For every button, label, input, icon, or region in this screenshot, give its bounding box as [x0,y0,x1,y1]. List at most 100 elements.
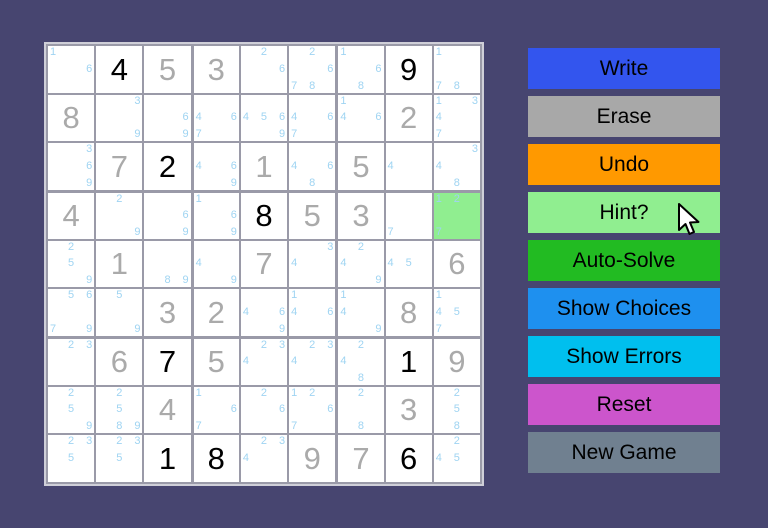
sudoku-cell-r5c2[interactable]: 1 [96,240,143,288]
sudoku-cell-r5c9[interactable]: 6 [433,240,480,288]
sudoku-cell-r1c6[interactable]: 26 78 [289,46,336,93]
sudoku-cell-r9c1[interactable]: 235 [48,435,95,482]
sudoku-cell-r9c6[interactable]: 9 [289,435,336,482]
sudoku-cell-r9c3[interactable]: 1 [144,435,191,482]
sudoku-cell-r1c9[interactable]: 1 78 [433,46,480,93]
sudoku-cell-r2c3[interactable]: 69 [144,94,191,142]
sudoku-cell-r3c8[interactable]: 4 [385,143,432,190]
sudoku-cell-r6c7[interactable]: 1 4 9 [338,289,384,336]
cell-value: 2 [400,100,418,136]
sudoku-cell-r6c1[interactable]: 56 7 9 [48,289,95,336]
sudoku-cell-r6c2[interactable]: 59 [96,289,143,336]
sudoku-cell-r3c5[interactable]: 1 [240,143,288,190]
undo-button[interactable]: Undo [528,144,720,185]
auto-solve-button[interactable]: Auto-Solve [528,240,720,281]
show-errors-button[interactable]: Show Errors [528,336,720,377]
sudoku-cell-r5c1[interactable]: 2 59 [48,240,95,288]
sudoku-cell-r1c1[interactable]: 16 [48,46,95,93]
sudoku-cell-r3c1[interactable]: 3 6 9 [48,143,95,190]
sudoku-cell-r4c3[interactable]: 69 [144,193,191,239]
sudoku-cell-r2c7[interactable]: 1 4 6 [338,94,384,142]
sudoku-cell-r1c4[interactable]: 3 [193,46,239,93]
sudoku-cell-r4c2[interactable]: 29 [96,193,143,239]
candidate-9 [464,174,478,189]
sudoku-cell-r8c2[interactable]: 2 5 89 [96,386,143,434]
sudoku-cell-r7c8[interactable]: 1 [385,339,432,385]
reset-button[interactable]: Reset [528,384,720,425]
sudoku-cell-r1c2[interactable]: 4 [96,46,143,93]
new-game-button[interactable]: New Game [528,432,720,473]
sudoku-cell-r6c3[interactable]: 3 [144,289,191,336]
sudoku-cell-r4c4[interactable]: 1 6 9 [193,193,239,239]
sudoku-cell-r5c8[interactable]: 45 [385,240,432,288]
write-button[interactable]: Write [528,48,720,89]
sudoku-cell-r3c2[interactable]: 7 [96,143,143,190]
sudoku-cell-r7c1[interactable]: 23 [48,339,95,385]
sudoku-cell-r6c8[interactable]: 8 [385,289,432,336]
sudoku-cell-r3c3[interactable]: 2 [144,143,191,190]
sudoku-cell-r9c4[interactable]: 8 [193,435,239,482]
sudoku-cell-r9c8[interactable]: 6 [385,435,432,482]
sudoku-cell-r7c5[interactable]: 23 4 [240,339,288,385]
sudoku-cell-r8c5[interactable]: 26 [240,386,288,434]
sudoku-cell-r8c6[interactable]: 126 7 [289,386,336,434]
cell-candidates: 4 [386,143,432,190]
sudoku-cell-r6c4[interactable]: 2 [193,289,239,336]
sudoku-cell-r2c2[interactable]: 39 [96,94,143,142]
candidate-3 [175,96,189,111]
sudoku-cell-r7c6[interactable]: 23 4 [289,339,336,385]
sudoku-cell-r7c3[interactable]: 7 [144,339,191,385]
sudoku-cell-r1c3[interactable]: 5 [144,46,191,93]
sudoku-cell-r4c5[interactable]: 8 [240,193,288,239]
sudoku-cell-r7c9[interactable]: 9 [433,339,480,385]
sudoku-cell-r4c1[interactable]: 4 [48,193,95,239]
sudoku-cell-r7c4[interactable]: 5 [193,339,239,385]
hint-button[interactable]: Hint? [528,192,720,233]
candidate-1 [98,388,112,403]
sudoku-cell-r6c6[interactable]: 1 4 6 [289,289,336,336]
sudoku-cell-r7c7[interactable]: 248 [338,339,384,385]
sudoku-cell-r3c6[interactable]: 4 68 [289,143,336,190]
sudoku-cell-r8c9[interactable]: 2 5 8 [433,386,480,434]
sudoku-cell-r9c5[interactable]: 23 4 [240,435,288,482]
sudoku-cell-r2c6[interactable]: 4 6 7 [289,94,336,142]
sudoku-cell-r6c9[interactable]: 1 457 [433,289,480,336]
sudoku-cell-r4c9[interactable]: 12 7 [433,193,480,239]
cell-candidates: 4 6 9 [194,143,239,190]
sudoku-cell-r3c4[interactable]: 4 6 9 [193,143,239,190]
sudoku-grid[interactable]: 1645326267816891788396946745694671462134… [46,44,482,484]
sudoku-cell-r4c7[interactable]: 3 [338,193,384,239]
sudoku-cell-r2c9[interactable]: 1 3 4 7 [433,94,480,142]
sudoku-cell-r4c8[interactable]: 7 [385,193,432,239]
sudoku-cell-r9c7[interactable]: 7 [338,435,384,482]
sudoku-cell-r7c2[interactable]: 6 [96,339,143,385]
sudoku-cell-r8c4[interactable]: 1 6 7 [193,386,239,434]
show-choices-button[interactable]: Show Choices [528,288,720,329]
sudoku-cell-r8c1[interactable]: 2 59 [48,386,95,434]
sudoku-cell-r5c4[interactable]: 49 [193,240,239,288]
sudoku-cell-r2c1[interactable]: 8 [48,94,95,142]
sudoku-cell-r3c7[interactable]: 5 [338,143,384,190]
sudoku-cell-r2c4[interactable]: 4 6 7 [193,94,239,142]
candidate-2 [305,290,319,305]
sudoku-cell-r1c7[interactable]: 1 68 [338,46,384,93]
sudoku-cell-r1c5[interactable]: 26 [240,46,288,93]
cell-value: 7 [352,441,370,477]
sudoku-cell-r2c5[interactable]: 456 9 [240,94,288,142]
sudoku-cell-r5c5[interactable]: 7 [240,240,288,288]
sudoku-cell-r1c8[interactable]: 9 [385,46,432,93]
erase-button[interactable]: Erase [528,96,720,137]
sudoku-cell-r8c7[interactable]: 28 [338,386,384,434]
sudoku-cell-r2c8[interactable]: 2 [385,94,432,142]
sudoku-cell-r9c9[interactable]: 245 [433,435,480,482]
sudoku-cell-r8c8[interactable]: 3 [385,386,432,434]
candidate-5: 5 [116,403,123,416]
sudoku-cell-r8c3[interactable]: 4 [144,386,191,434]
sudoku-cell-r9c2[interactable]: 235 [96,435,143,482]
sudoku-cell-r3c9[interactable]: 3 48 [433,143,480,190]
sudoku-cell-r4c6[interactable]: 5 [289,193,336,239]
sudoku-cell-r6c5[interactable]: 4 6 9 [240,289,288,336]
sudoku-cell-r5c3[interactable]: 89 [144,240,191,288]
sudoku-cell-r5c6[interactable]: 34 [289,240,336,288]
sudoku-cell-r5c7[interactable]: 24 9 [338,240,384,288]
